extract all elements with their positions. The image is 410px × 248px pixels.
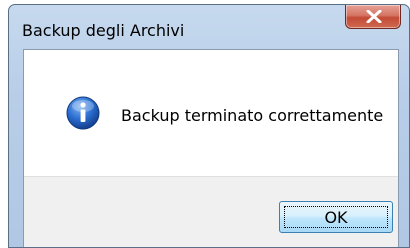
dialog-content: Backup terminato correttamente OK xyxy=(23,49,399,247)
message-text: Backup terminato correttamente xyxy=(121,106,384,125)
close-icon xyxy=(366,10,382,23)
ok-button[interactable]: OK xyxy=(279,201,393,233)
title-bar[interactable]: Backup degli Archivi xyxy=(9,5,409,49)
dialog-window: Backup degli Archivi Backup terminato co… xyxy=(8,4,410,248)
close-button[interactable] xyxy=(345,5,401,29)
window-title: Backup degli Archivi xyxy=(22,21,185,40)
message-area: Backup terminato correttamente xyxy=(24,50,398,176)
info-icon xyxy=(66,96,100,130)
button-bar: OK xyxy=(24,176,398,247)
ok-button-label: OK xyxy=(284,206,388,228)
